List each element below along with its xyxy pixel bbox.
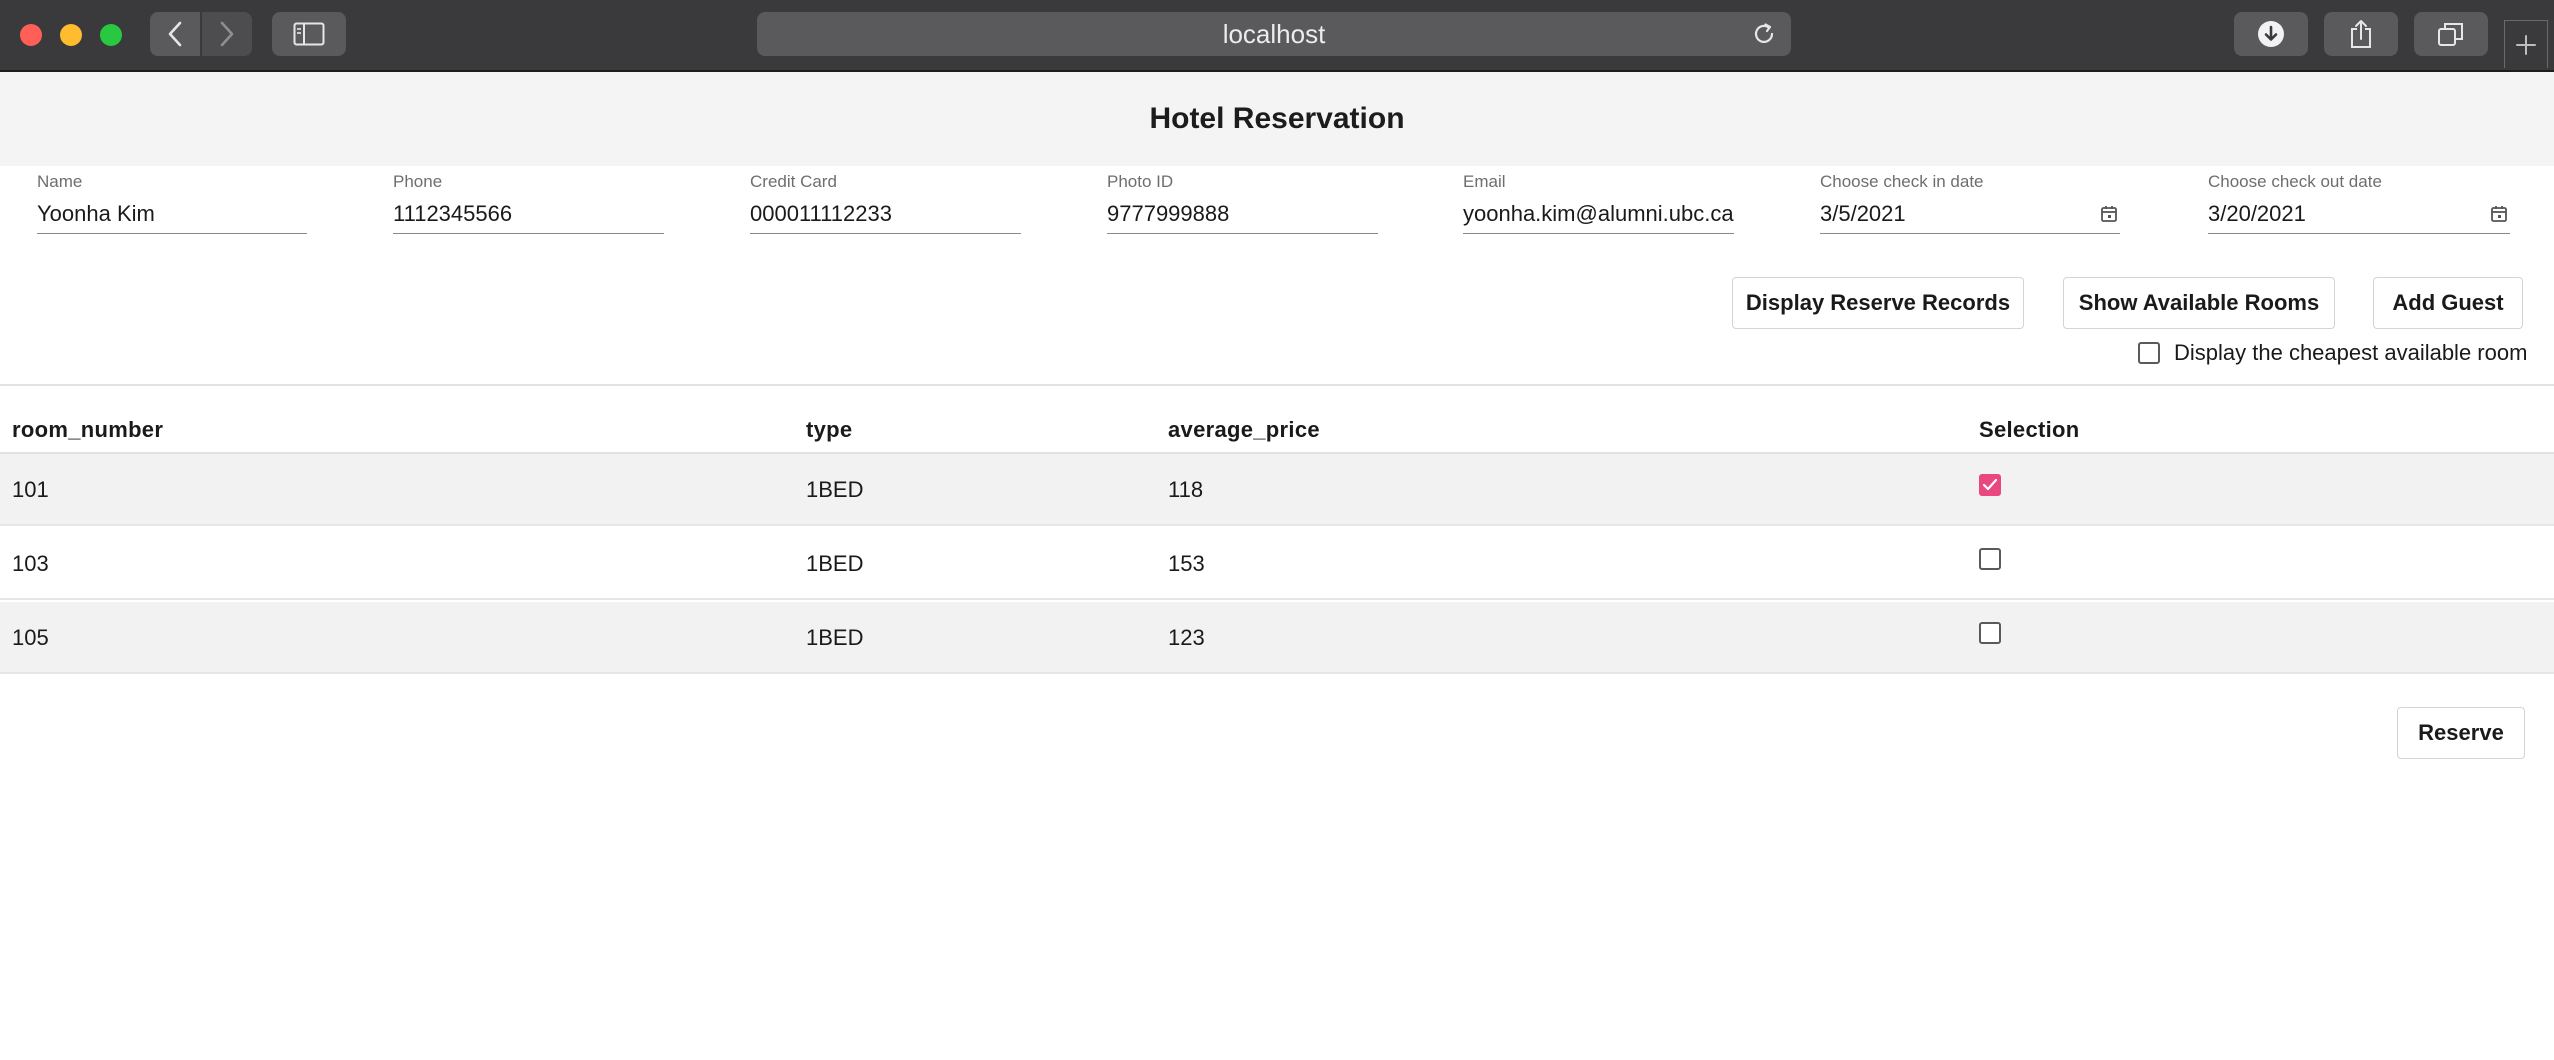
download-icon [2258, 21, 2284, 47]
check-out-input[interactable]: 3/20/2021 [2208, 194, 2510, 234]
sidebar-icon [293, 22, 325, 46]
phone-input[interactable]: 1112345566 [393, 194, 664, 234]
name-field: Name Yoonha Kim [37, 172, 307, 234]
check-in-input[interactable]: 3/5/2021 [1820, 194, 2120, 234]
url-text: localhost [1222, 18, 1326, 49]
photo-id-label: Photo ID [1107, 172, 1174, 191]
back-icon [168, 21, 182, 47]
row-select-checkbox[interactable] [1979, 622, 2001, 644]
cheapest-room-option[interactable]: Display the cheapest available room [2138, 338, 2527, 368]
row-select-checkbox[interactable] [1979, 474, 2001, 496]
calendar-icon[interactable] [2490, 205, 2508, 223]
type-cell: 1BED [806, 477, 864, 502]
zoom-window-button[interactable] [100, 24, 122, 46]
page-content: Hotel Reservation Name Yoonha Kim Phone … [0, 72, 2554, 1060]
table-top-border [0, 384, 2554, 386]
email-field: Email yoonha.kim@alumni.ubc.ca [1463, 172, 1734, 234]
credit-card-value: 000011112233 [750, 200, 892, 226]
share-button[interactable] [2324, 12, 2398, 56]
credit-card-label: Credit Card [750, 172, 837, 191]
column-header-selection: Selection [1979, 417, 2080, 442]
check-in-field: Choose check in date 3/5/2021 [1820, 172, 2120, 234]
display-reserve-records-button[interactable]: Display Reserve Records [1732, 277, 2024, 329]
room-number-cell: 101 [12, 477, 49, 502]
column-header-type: type [806, 417, 853, 442]
phone-field: Phone 1112345566 [393, 172, 664, 234]
name-value: Yoonha Kim [37, 200, 155, 226]
column-header-room-number: room_number [12, 417, 164, 442]
new-tab-button[interactable] [2504, 20, 2548, 68]
reload-icon[interactable] [1751, 21, 1777, 47]
photo-id-field: Photo ID 9777999888 [1107, 172, 1378, 234]
average-price-cell: 118 [1168, 477, 1204, 502]
room-number-cell: 103 [12, 551, 49, 576]
phone-value: 1112345566 [393, 200, 513, 226]
table-row[interactable]: 103 1BED 153 [0, 528, 2554, 600]
room-number-cell: 105 [12, 625, 49, 650]
share-icon [2351, 20, 2371, 48]
show-available-rooms-button[interactable]: Show Available Rooms [2063, 277, 2335, 329]
browser-toolbar: localhost [0, 0, 2554, 72]
table-row[interactable]: 105 1BED 123 [0, 602, 2554, 674]
cheapest-room-label: Display the cheapest available room [2174, 340, 2528, 365]
average-price-cell: 123 [1168, 625, 1205, 650]
calendar-icon[interactable] [2100, 205, 2118, 223]
close-window-button[interactable] [20, 24, 42, 46]
email-label: Email [1463, 172, 1506, 191]
check-out-value: 3/20/2021 [2208, 200, 2306, 226]
minimize-window-button[interactable] [60, 24, 82, 46]
email-input[interactable]: yoonha.kim@alumni.ubc.ca [1463, 194, 1734, 234]
address-bar[interactable]: localhost [757, 12, 1791, 56]
checkmark-icon [1982, 478, 1998, 491]
name-input[interactable]: Yoonha Kim [37, 194, 307, 234]
tabs-icon [2438, 23, 2463, 46]
check-in-value: 3/5/2021 [1820, 200, 1906, 226]
column-header-average-price: average_price [1168, 417, 1320, 442]
add-guest-button[interactable]: Add Guest [2373, 277, 2523, 329]
table-row[interactable]: 101 1BED 118 [0, 454, 2554, 526]
type-cell: 1BED [806, 551, 864, 576]
photo-id-input[interactable]: 9777999888 [1107, 194, 1378, 234]
sidebar-toggle-button[interactable] [272, 12, 346, 56]
name-label: Name [37, 172, 83, 191]
email-value: yoonha.kim@alumni.ubc.ca [1463, 200, 1734, 226]
back-button[interactable] [150, 12, 200, 56]
average-price-cell: 153 [1168, 551, 1205, 576]
phone-label: Phone [393, 172, 443, 191]
downloads-button[interactable] [2234, 12, 2308, 56]
credit-card-input[interactable]: 000011112233 [750, 194, 1021, 234]
forward-icon [220, 21, 234, 47]
check-out-field: Choose check out date 3/20/2021 [2208, 172, 2510, 234]
plus-icon [2516, 34, 2536, 55]
credit-card-field: Credit Card 000011112233 [750, 172, 1021, 234]
forward-button[interactable] [202, 12, 252, 56]
check-out-label: Choose check out date [2208, 172, 2382, 191]
check-in-label: Choose check in date [1820, 172, 1984, 191]
page-title: Hotel Reservation [1149, 102, 1405, 135]
cheapest-room-checkbox[interactable] [2138, 342, 2160, 364]
tab-overview-button[interactable] [2414, 12, 2488, 56]
photo-id-value: 9777999888 [1107, 200, 1230, 226]
row-select-checkbox[interactable] [1979, 548, 2001, 570]
type-cell: 1BED [806, 625, 864, 650]
reserve-button[interactable]: Reserve [2397, 707, 2525, 759]
